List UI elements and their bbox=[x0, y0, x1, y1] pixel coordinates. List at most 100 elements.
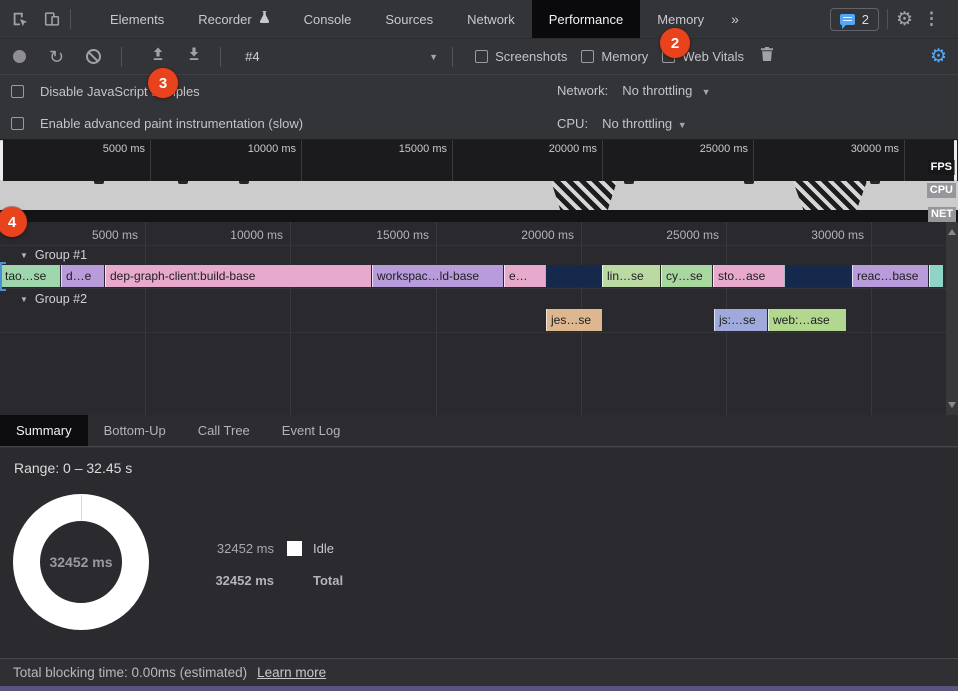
flamechart-tick-label: 10000 ms bbox=[230, 228, 283, 242]
trace-event-bar[interactable]: e… bbox=[504, 265, 545, 287]
trace-event-bar[interactable]: d…e bbox=[61, 265, 104, 287]
divider bbox=[0, 288, 946, 289]
learn-more-link[interactable]: Learn more bbox=[257, 665, 326, 680]
trace-event-bar[interactable]: sto…ase bbox=[713, 265, 784, 287]
timeline-overview[interactable]: 5000 ms10000 ms15000 ms20000 ms25000 ms3… bbox=[0, 140, 958, 222]
tab-performance[interactable]: Performance bbox=[532, 0, 640, 38]
tab-label: Elements bbox=[110, 12, 164, 27]
tab-recorder[interactable]: Recorder bbox=[181, 0, 286, 38]
trace-event-bar[interactable] bbox=[784, 265, 852, 287]
annotation-badge-2: 2 bbox=[660, 28, 690, 58]
scroll-down-icon[interactable] bbox=[948, 402, 956, 408]
reload-and-record-icon[interactable]: ↻ bbox=[49, 48, 64, 66]
overview-tick-label: 25000 ms bbox=[700, 143, 748, 155]
cpu-throttle-select[interactable]: No throttling ▼ bbox=[602, 116, 687, 131]
chevron-down-icon: ▼ bbox=[429, 52, 438, 62]
tab-network[interactable]: Network bbox=[450, 0, 532, 38]
tab-event-log[interactable]: Event Log bbox=[266, 415, 357, 446]
panel-tabs: Elements Recorder Console Sources Networ… bbox=[93, 0, 721, 38]
cpu-activity-track bbox=[0, 181, 958, 210]
screenshots-checkbox[interactable]: Screenshots bbox=[475, 49, 567, 64]
flamechart-tick-label: 30000 ms bbox=[811, 228, 864, 242]
tab-bottom-up[interactable]: Bottom-Up bbox=[88, 415, 182, 446]
capture-settings-gear-icon[interactable]: ⚙ bbox=[930, 47, 947, 66]
save-profile-icon[interactable] bbox=[186, 46, 202, 67]
trace-event-bar[interactable]: web:…ase bbox=[768, 309, 846, 331]
history-select[interactable]: #4 ▼ bbox=[239, 49, 444, 64]
trace-event-bar[interactable]: dep-graph-client:build-base bbox=[105, 265, 371, 287]
tab-summary[interactable]: Summary bbox=[0, 415, 88, 446]
vertical-scrollbar[interactable] bbox=[946, 222, 958, 415]
settings-gear-icon[interactable]: ⚙ bbox=[896, 10, 913, 29]
cpu-activity-notch bbox=[239, 181, 249, 184]
divider bbox=[121, 47, 122, 67]
flamechart-gridline bbox=[871, 222, 872, 415]
tab-elements[interactable]: Elements bbox=[93, 0, 181, 38]
divider bbox=[70, 9, 71, 29]
footer-bar: Total blocking time: 0.00ms (estimated) … bbox=[0, 658, 958, 686]
group-1-header[interactable]: ▼ Group #1 bbox=[20, 248, 87, 262]
inspect-element-icon[interactable] bbox=[10, 9, 30, 29]
flame-chart[interactable]: 5000 ms10000 ms15000 ms20000 ms25000 ms3… bbox=[0, 222, 958, 415]
detail-tabs: Summary Bottom-Up Call Tree Event Log bbox=[0, 415, 958, 447]
issues-count: 2 bbox=[862, 12, 869, 27]
flamechart-gridline bbox=[145, 222, 146, 415]
tab-label: Console bbox=[304, 12, 352, 27]
trace-event-bar[interactable]: reac…base bbox=[852, 265, 928, 287]
tab-console[interactable]: Console bbox=[287, 0, 369, 38]
cpu-activity-notch bbox=[178, 181, 188, 184]
trace-event-bar[interactable] bbox=[545, 265, 602, 287]
divider bbox=[452, 47, 453, 67]
trace-event-bar[interactable]: js:…se bbox=[714, 309, 767, 331]
checkbox-box bbox=[581, 50, 594, 63]
trace-event-bar[interactable]: jes…se bbox=[546, 309, 602, 331]
chevron-down-icon: ▼ bbox=[20, 295, 28, 304]
trace-event-bar[interactable]: cy…se bbox=[661, 265, 712, 287]
tab-label: Network bbox=[467, 12, 515, 27]
load-profile-icon[interactable] bbox=[150, 46, 166, 67]
divider bbox=[0, 245, 946, 246]
cpu-throttled-region bbox=[793, 181, 867, 210]
settings-row-1: Disable JavaScript samples bbox=[0, 75, 958, 107]
more-options-icon[interactable]: ⋮ bbox=[913, 9, 950, 29]
more-tabs-button[interactable]: » bbox=[721, 11, 749, 27]
trace-event-bar[interactable] bbox=[929, 265, 943, 287]
checkbox-box bbox=[475, 50, 488, 63]
net-track bbox=[0, 210, 958, 222]
tab-sources[interactable]: Sources bbox=[368, 0, 450, 38]
network-throttling: Network: No throttling ▼ bbox=[557, 83, 711, 98]
trash-icon[interactable] bbox=[760, 46, 774, 67]
legend-swatch-empty bbox=[287, 573, 302, 588]
devtools-tabbar: Elements Recorder Console Sources Networ… bbox=[0, 0, 958, 39]
group-2-header[interactable]: ▼ Group #2 bbox=[20, 292, 87, 306]
window-edge-strip bbox=[0, 686, 958, 691]
checkbox-label: Web Vitals bbox=[682, 49, 744, 64]
divider bbox=[887, 9, 888, 29]
trace-event-bar[interactable]: lin…se bbox=[602, 265, 660, 287]
legend-swatch bbox=[287, 541, 302, 556]
donut-center-value: 32452 ms bbox=[13, 494, 149, 630]
issues-button[interactable]: 2 bbox=[830, 8, 879, 31]
chevron-down-icon: ▼ bbox=[20, 251, 28, 260]
clear-recording-icon[interactable] bbox=[86, 49, 101, 64]
range-text: Range: 0 – 32.45 s bbox=[14, 460, 132, 476]
trace-event-bar[interactable]: workspac…ld-base bbox=[372, 265, 503, 287]
legend-value: 32452 ms bbox=[204, 573, 274, 588]
advanced-paint-checkbox[interactable]: Enable advanced paint instrumentation (s… bbox=[0, 116, 303, 131]
memory-checkbox[interactable]: Memory bbox=[581, 49, 648, 64]
checkbox-label: Enable advanced paint instrumentation (s… bbox=[40, 116, 303, 131]
network-throttle-select[interactable]: No throttling ▼ bbox=[622, 83, 710, 98]
record-button[interactable] bbox=[13, 50, 26, 63]
overview-left-handle[interactable] bbox=[0, 140, 3, 181]
flamechart-gridline bbox=[436, 222, 437, 415]
cpu-activity-notch bbox=[624, 181, 634, 184]
tab-call-tree[interactable]: Call Tree bbox=[182, 415, 266, 446]
scroll-up-icon[interactable] bbox=[948, 229, 956, 235]
device-toolbar-icon[interactable] bbox=[42, 9, 62, 29]
trace-event-bar[interactable]: tao…se bbox=[0, 265, 60, 287]
selection-bracket bbox=[0, 262, 6, 291]
cpu-throttling: CPU: No throttling ▼ bbox=[557, 116, 687, 131]
divider bbox=[220, 47, 221, 67]
group-label: Group #2 bbox=[35, 292, 87, 306]
divider bbox=[0, 332, 946, 333]
